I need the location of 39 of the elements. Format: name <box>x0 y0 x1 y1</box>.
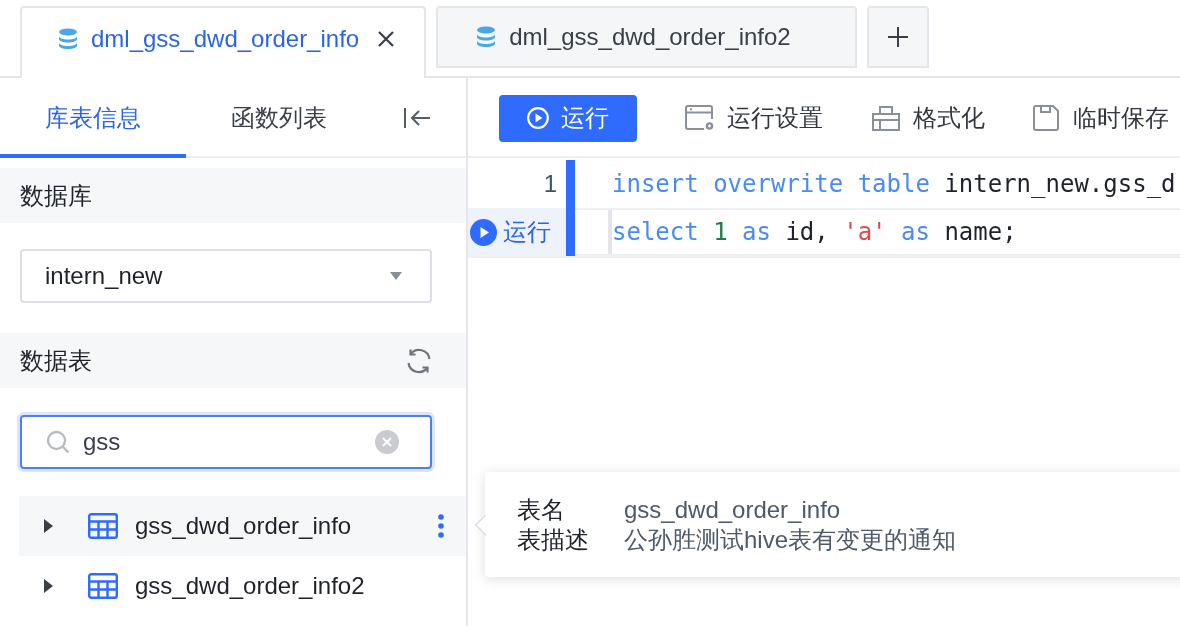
field-label: 表名 <box>517 495 565 525</box>
toolbox-icon <box>871 105 901 131</box>
run-line-button[interactable]: 运行 <box>468 208 566 256</box>
file-tab[interactable]: dml_gss_dwd_order_info <box>20 6 427 78</box>
field-value: gss_dwd_order_info <box>624 495 841 525</box>
field-label: 表描述 <box>517 525 589 555</box>
dropdown-caret-icon <box>390 272 402 280</box>
database-icon <box>57 28 79 50</box>
sidebar-tab[interactable]: 函数列表 <box>186 78 372 158</box>
search-field[interactable]: gss <box>20 415 432 469</box>
sidebar-tab[interactable]: 库表信息 <box>0 78 186 158</box>
save-icon <box>1033 105 1059 131</box>
expand-caret-icon[interactable] <box>44 579 53 593</box>
section-title: 数据表 <box>20 345 92 376</box>
close-icon[interactable] <box>376 29 397 49</box>
collapse-icon[interactable] <box>403 107 431 129</box>
code-line: insert overwrite table intern_new.gss_d <box>611 169 1177 200</box>
toolbar-button[interactable]: 格式化 <box>871 102 985 134</box>
table-list-item[interactable]: gss_dwd_order_info <box>19 496 466 556</box>
field-value: 公孙胜测试hive表有变更的通知 <box>624 525 957 555</box>
table-icon <box>88 573 118 599</box>
file-tab[interactable]: dml_gss_dwd_order_info2 <box>436 6 857 68</box>
run-button[interactable]: 运行 <box>499 94 637 142</box>
refresh-icon[interactable] <box>405 346 433 375</box>
database-select[interactable]: intern_new <box>20 249 432 303</box>
toolbar-button[interactable]: 临时保存 <box>1033 102 1169 134</box>
search-icon <box>46 430 70 454</box>
section-title: 数据库 <box>20 180 92 211</box>
database-icon <box>475 26 498 48</box>
table-icon <box>88 513 118 539</box>
expand-caret-icon[interactable] <box>44 519 53 533</box>
line-number: 1 <box>543 169 558 199</box>
table-list-item[interactable]: gss_dwd_order_info2 <box>19 556 466 616</box>
toolbar-button[interactable]: 运行设置 <box>685 102 823 134</box>
add-icon <box>886 26 909 48</box>
run-marker-icon <box>470 218 497 246</box>
window-gear-icon <box>685 105 715 131</box>
more-icon[interactable] <box>438 514 444 538</box>
play-icon <box>527 107 549 129</box>
